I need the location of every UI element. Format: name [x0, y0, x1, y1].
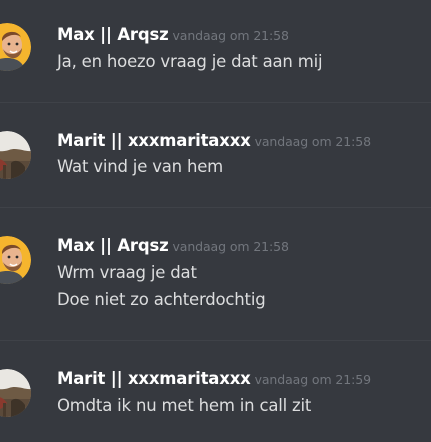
cartoon-man-avatar-image: [0, 236, 31, 284]
username[interactable]: Max || Arqsz: [57, 236, 169, 255]
cartoon-man-avatar[interactable]: [0, 23, 31, 71]
timestamp: vandaag om 21:58: [172, 28, 289, 43]
cartoon-man-avatar-image: [0, 23, 31, 71]
username[interactable]: Marit || xxxmaritaxxx: [57, 369, 251, 388]
landscape-photo-avatar-image: [0, 369, 31, 417]
username[interactable]: Max || Arqsz: [57, 25, 169, 44]
message-text: Doe niet zo achterdochtig: [57, 290, 266, 309]
cartoon-man-avatar[interactable]: [0, 236, 31, 284]
message-text: Wrm vraag je dat: [57, 263, 197, 282]
username[interactable]: Marit || xxxmaritaxxx: [57, 131, 251, 150]
timestamp: vandaag om 21:58: [254, 134, 371, 149]
message-text: Wat vind je van hem: [57, 157, 224, 176]
timestamp: vandaag om 21:59: [254, 372, 371, 387]
message-divider: [0, 340, 431, 341]
message-divider: [0, 207, 431, 208]
message-text: Ja, en hoezo vraag je dat aan mij: [57, 52, 323, 71]
landscape-photo-avatar[interactable]: [0, 131, 31, 179]
landscape-photo-avatar[interactable]: [0, 369, 31, 417]
message-divider: [0, 102, 431, 103]
timestamp: vandaag om 21:58: [172, 239, 289, 254]
landscape-photo-avatar-image: [0, 131, 31, 179]
chat-message-list: Max || Arqsz vandaag om 21:58 Ja, en hoez…: [0, 0, 431, 442]
message-text: Omdta ik nu met hem in call zit: [57, 396, 312, 415]
